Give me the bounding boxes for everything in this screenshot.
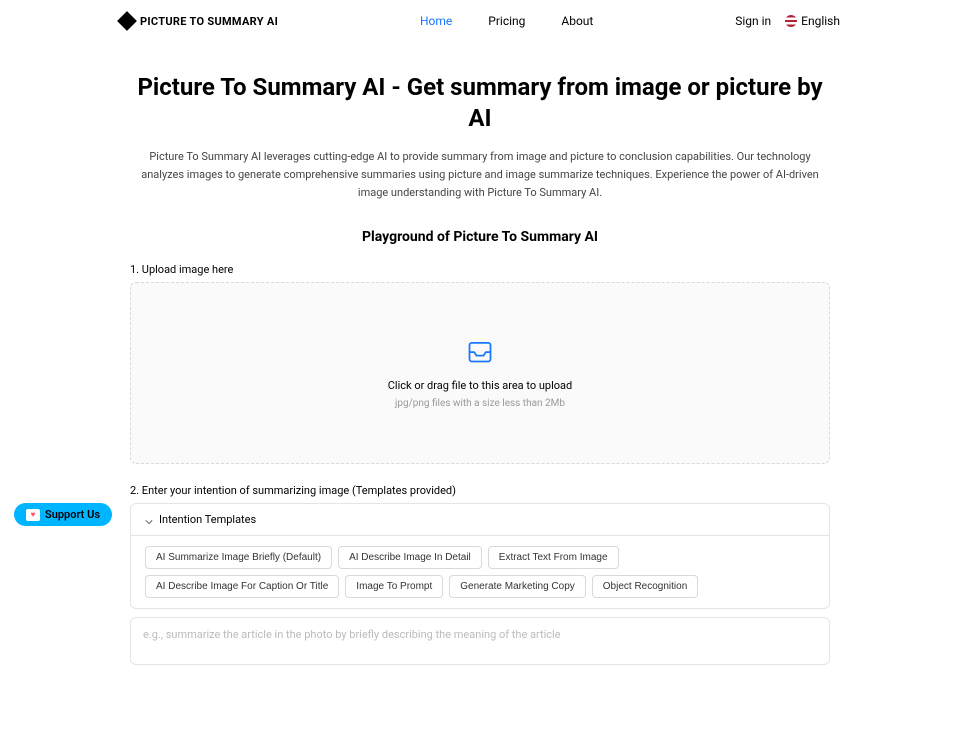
template-button[interactable]: AI Describe Image In Detail	[338, 546, 482, 569]
logo-icon	[117, 11, 137, 31]
templates-panel: Intention Templates AI Summarize Image B…	[130, 503, 830, 609]
upload-text: Click or drag file to this area to uploa…	[151, 379, 809, 392]
template-button[interactable]: Image To Prompt	[345, 575, 443, 598]
support-button[interactable]: ♥ Support Us	[14, 503, 112, 526]
flag-icon	[785, 15, 797, 27]
nav-pricing[interactable]: Pricing	[488, 14, 525, 28]
intention-input[interactable]	[130, 617, 830, 665]
logo[interactable]: PICTURE TO SUMMARY AI	[120, 14, 278, 28]
signin-link[interactable]: Sign in	[735, 14, 771, 28]
logo-text: PICTURE TO SUMMARY AI	[140, 15, 278, 28]
step2-label: 2. Enter your intention of summarizing i…	[130, 484, 830, 497]
template-button[interactable]: Object Recognition	[592, 575, 699, 598]
playground-heading: Playground of Picture To Summary AI	[130, 229, 830, 245]
main-nav: Home Pricing About	[420, 14, 593, 28]
template-button[interactable]: AI Describe Image For Caption Or Title	[145, 575, 339, 598]
template-button[interactable]: Generate Marketing Copy	[449, 575, 586, 598]
page-title: Picture To Summary AI - Get summary from…	[130, 72, 830, 134]
templates-header-label: Intention Templates	[159, 513, 256, 526]
support-label: Support Us	[45, 508, 100, 521]
language-label: English	[801, 14, 840, 28]
heart-icon: ♥	[26, 509, 40, 521]
chevron-down-icon	[145, 516, 153, 524]
templates-toggle[interactable]: Intention Templates	[131, 504, 829, 536]
step1-label: 1. Upload image here	[130, 263, 830, 276]
inbox-icon	[466, 337, 494, 369]
template-button[interactable]: AI Summarize Image Briefly (Default)	[145, 546, 332, 569]
nav-about[interactable]: About	[561, 14, 593, 28]
header-right: Sign in English	[735, 14, 840, 28]
templates-list: AI Summarize Image Briefly (Default) AI …	[131, 536, 829, 608]
upload-zone[interactable]: Click or drag file to this area to uploa…	[130, 282, 830, 464]
language-selector[interactable]: English	[785, 14, 840, 28]
upload-hint: jpg/png files with a size less than 2Mb	[151, 398, 809, 409]
template-button[interactable]: Extract Text From Image	[488, 546, 619, 569]
page-lead: Picture To Summary AI leverages cutting-…	[130, 148, 830, 201]
nav-home[interactable]: Home	[420, 14, 452, 28]
